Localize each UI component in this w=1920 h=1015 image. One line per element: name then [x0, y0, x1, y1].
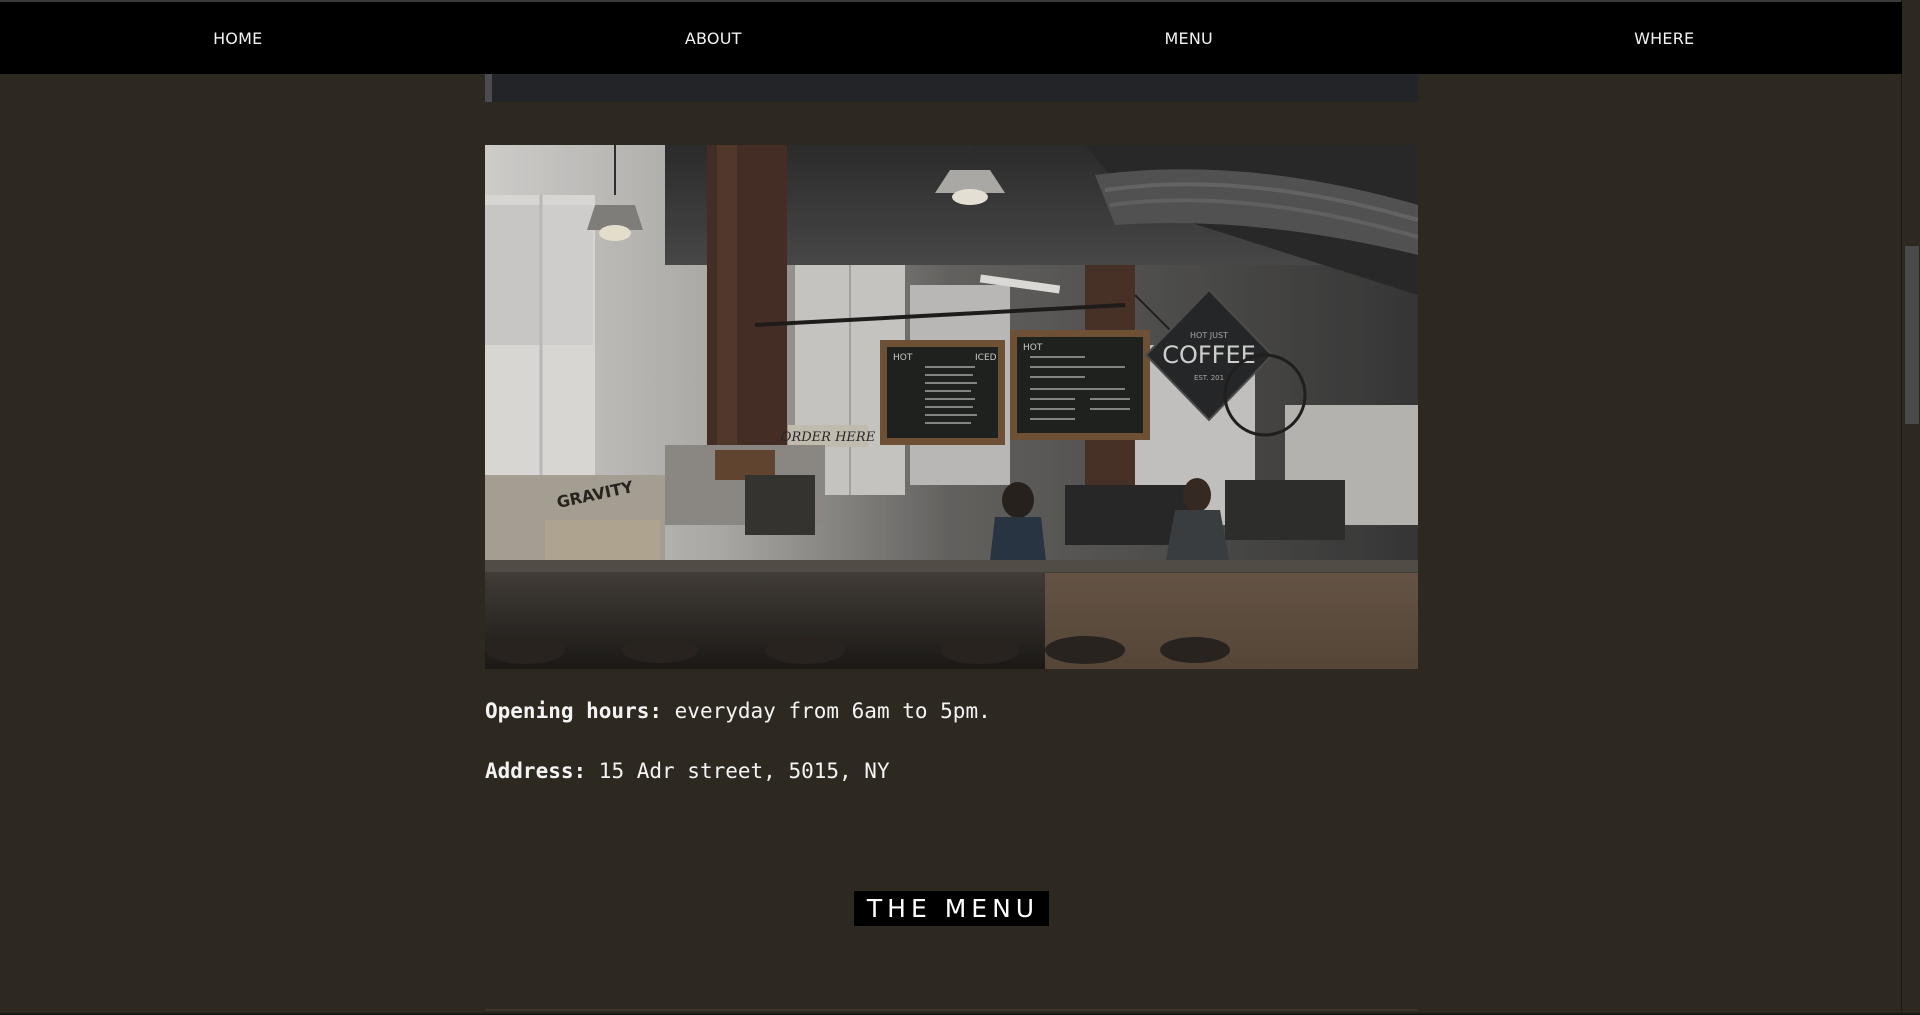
menu-section-heading: THE MENU — [853, 891, 1050, 926]
nav-link-menu[interactable]: MENU — [951, 29, 1427, 48]
nav-link-where[interactable]: WHERE — [1427, 29, 1903, 48]
address-value: 15 Adr street, 5015, NY — [586, 759, 890, 783]
cafe-interior-photo: HOT ICED HOT HOT JUST COFFEE EST. 201 OR… — [485, 145, 1418, 669]
nav-link-about[interactable]: ABOUT — [476, 29, 952, 48]
address-label: Address: — [485, 759, 587, 783]
opening-hours-value: everyday from 6am to 5pm. — [662, 699, 991, 723]
menu-section-header: THE MENU — [485, 891, 1418, 926]
page: HOME ABOUT MENU WHERE HOT ICED HOT HOT J… — [0, 0, 1920, 1015]
scrollbar-thumb[interactable] — [1905, 246, 1919, 424]
opening-hours-label: Opening hours: — [485, 699, 663, 723]
where-section: HOT ICED HOT HOT JUST COFFEE EST. 201 OR… — [485, 0, 1418, 1015]
nav-link-home[interactable]: HOME — [0, 29, 476, 48]
vertical-scrollbar[interactable] — [1901, 0, 1920, 1015]
previous-section-bottom — [485, 74, 1418, 102]
top-navbar: HOME ABOUT MENU WHERE — [0, 2, 1902, 74]
opening-hours-line: Opening hours: everyday from 6am to 5pm. — [485, 696, 1418, 726]
previous-section-edge — [485, 74, 492, 102]
menu-section-divider — [485, 1009, 1418, 1011]
address-line: Address: 15 Adr street, 5015, NY — [485, 756, 1418, 786]
